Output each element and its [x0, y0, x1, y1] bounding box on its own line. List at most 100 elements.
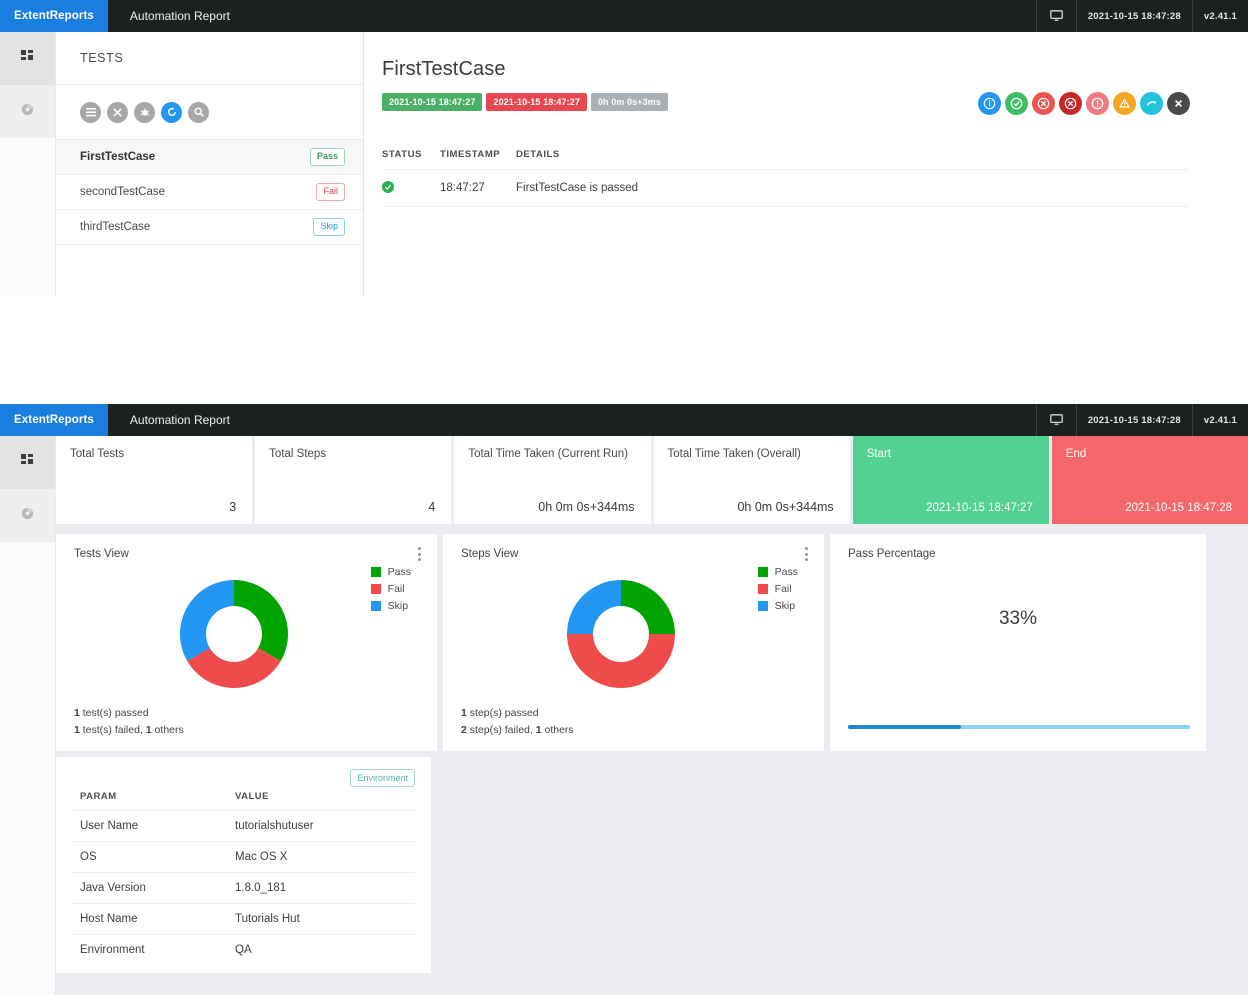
- test-list-item[interactable]: FirstTestCase Pass: [56, 140, 363, 175]
- navbar-timestamp: 2021-10-15 18:47:28: [1075, 0, 1192, 32]
- test-list-item[interactable]: thirdTestCase Skip: [56, 210, 363, 245]
- search-icon[interactable]: [188, 101, 209, 123]
- rail-item-dashboard[interactable]: [0, 32, 55, 85]
- cell-value: 1.8.0_181: [227, 872, 415, 904]
- cell-param: User Name: [72, 810, 227, 842]
- rail-item-charts[interactable]: [0, 489, 55, 542]
- info-icon[interactable]: [978, 92, 1001, 115]
- dashboard-icon: [21, 49, 34, 68]
- cell-value: Tutorials Hut: [227, 903, 415, 935]
- progress-fill: [848, 725, 961, 729]
- monitor-icon[interactable]: [1035, 404, 1076, 436]
- legend-item-skip: Skip: [370, 600, 411, 612]
- cell-param: Host Name: [72, 903, 227, 935]
- refresh-icon[interactable]: [161, 101, 182, 123]
- steps-view-footer: 1 step(s) passed 2 step(s) failed, 1 oth…: [461, 705, 574, 739]
- page-title: FirstTestCase: [382, 58, 506, 80]
- cell-param: OS: [72, 841, 227, 873]
- cell-status: [382, 169, 440, 207]
- dashboard-section: ExtentReports Automation Report 2021-10-…: [0, 404, 1248, 995]
- fail-icon[interactable]: [1032, 92, 1055, 115]
- test-list-item[interactable]: secondTestCase Fail: [56, 175, 363, 210]
- more-options-icon[interactable]: [418, 547, 421, 564]
- kpi-label: Total Steps: [269, 448, 327, 460]
- warning-icon[interactable]: [1113, 92, 1136, 115]
- column-timestamp: TIMESTAMP: [440, 149, 501, 160]
- column-param: PARAM: [80, 791, 117, 802]
- kpi-value: 0h 0m 0s+344ms: [737, 500, 834, 514]
- log-table-header: STATUS TIMESTAMP DETAILS: [382, 149, 1188, 170]
- status-badge: Skip: [313, 218, 345, 236]
- error-icon[interactable]: [1059, 92, 1082, 115]
- duration-chip: 0h 0m 0s+3ms: [590, 93, 668, 111]
- pass-percentage-value: 33%: [998, 608, 1038, 629]
- chart-legend: Pass Fail Skip: [370, 566, 411, 617]
- footer-line-2: 2 step(s) failed, 1 others: [461, 724, 574, 737]
- tests-filter-toolbar: [56, 85, 363, 140]
- donut-slice-pass: [621, 580, 675, 634]
- legend-label: Skip: [774, 600, 796, 612]
- column-status: STATUS: [382, 149, 422, 160]
- test-name: secondTestCase: [80, 186, 166, 198]
- skip-icon[interactable]: [1140, 92, 1163, 115]
- cell-param: Environment: [72, 934, 227, 965]
- legend-swatch-fail: [757, 584, 768, 594]
- exception-icon[interactable]: [1167, 92, 1190, 115]
- environment-card: Environment PARAM VALUE User Name tutoria…: [56, 757, 431, 973]
- table-row: OS Mac OS X: [72, 841, 415, 873]
- check-icon[interactable]: [1005, 92, 1028, 115]
- end-time-chip: 2021-10-15 18:47:27: [486, 93, 587, 111]
- kpi-label: Total Tests: [70, 448, 125, 460]
- cell-value: Mac OS X: [227, 841, 415, 873]
- dashboard-icon: [21, 453, 34, 472]
- monitor-icon[interactable]: [1035, 0, 1076, 32]
- column-details: DETAILS: [516, 149, 560, 160]
- legend-item-fail: Fail: [370, 583, 411, 595]
- list-icon[interactable]: [80, 101, 101, 123]
- legend-item-pass: Pass: [370, 566, 411, 578]
- environment-table: PARAM VALUE User Name tutorialshutuser OS M…: [72, 791, 415, 965]
- tests-panel-heading: TESTS: [56, 32, 363, 85]
- chart-card-row: Tests View Pass Fail Skip 1 test(s) pass…: [56, 524, 1248, 751]
- legend-label: Skip: [387, 600, 409, 612]
- kpi-value: 4: [428, 500, 436, 514]
- start-time-chip: 2021-10-15 18:47:27: [382, 93, 483, 111]
- card-title: Tests View: [74, 548, 129, 560]
- kpi-label: Total Time Taken (Overall): [667, 448, 801, 460]
- donut-slice-pass: [234, 580, 288, 661]
- close-icon[interactable]: [107, 101, 128, 123]
- legend-label: Fail: [774, 583, 792, 595]
- legend-swatch-pass: [370, 567, 381, 577]
- table-row: Java Version 1.8.0_181: [72, 872, 415, 904]
- test-name: FirstTestCase: [80, 151, 156, 163]
- pie-chart-icon: [21, 507, 34, 525]
- kpi-value: 3: [229, 500, 237, 514]
- cell-param: Java Version: [72, 872, 227, 904]
- more-options-icon[interactable]: [805, 547, 808, 564]
- legend-item-skip: Skip: [757, 600, 798, 612]
- rail-item-dashboard[interactable]: [0, 436, 55, 489]
- legend-label: Pass: [387, 566, 411, 578]
- kpi-value: 2021-10-15 18:47:27: [926, 502, 1033, 514]
- tests-view-footer: 1 test(s) passed 1 test(s) failed, 1 oth…: [74, 705, 184, 739]
- kpi-time-current-run: Total Time Taken (Current Run) 0h 0m 0s+…: [454, 436, 651, 524]
- bug-icon[interactable]: [134, 101, 155, 123]
- report-title: Automation Report: [129, 9, 230, 23]
- cell-value: tutorialshutuser: [227, 810, 415, 842]
- kpi-label: Start: [866, 448, 891, 460]
- navbar-version: v2.41.1: [1191, 404, 1248, 436]
- cell-timestamp: 18:47:27: [440, 169, 516, 207]
- fatal-icon[interactable]: [1086, 92, 1109, 115]
- environment-table-body: User Name tutorialshutuser OS Mac OS X Java …: [72, 810, 415, 965]
- legend-swatch-skip: [757, 601, 768, 611]
- navbar-timestamp: 2021-10-15 18:47:28: [1075, 404, 1192, 436]
- cell-details: FirstTestCase is passed: [516, 169, 1188, 207]
- log-table: STATUS TIMESTAMP DETAILS 18:47:27 FirstT…: [382, 149, 1188, 207]
- pie-chart-icon: [21, 103, 34, 121]
- test-name: thirdTestCase: [80, 221, 151, 233]
- brand-logo[interactable]: ExtentReports: [0, 404, 108, 436]
- table-row: Host Name Tutorials Hut: [72, 903, 415, 935]
- brand-logo[interactable]: ExtentReports: [0, 0, 108, 32]
- navbar-right: 2021-10-15 18:47:28 v2.41.1: [1035, 404, 1248, 436]
- rail-item-charts[interactable]: [0, 85, 55, 138]
